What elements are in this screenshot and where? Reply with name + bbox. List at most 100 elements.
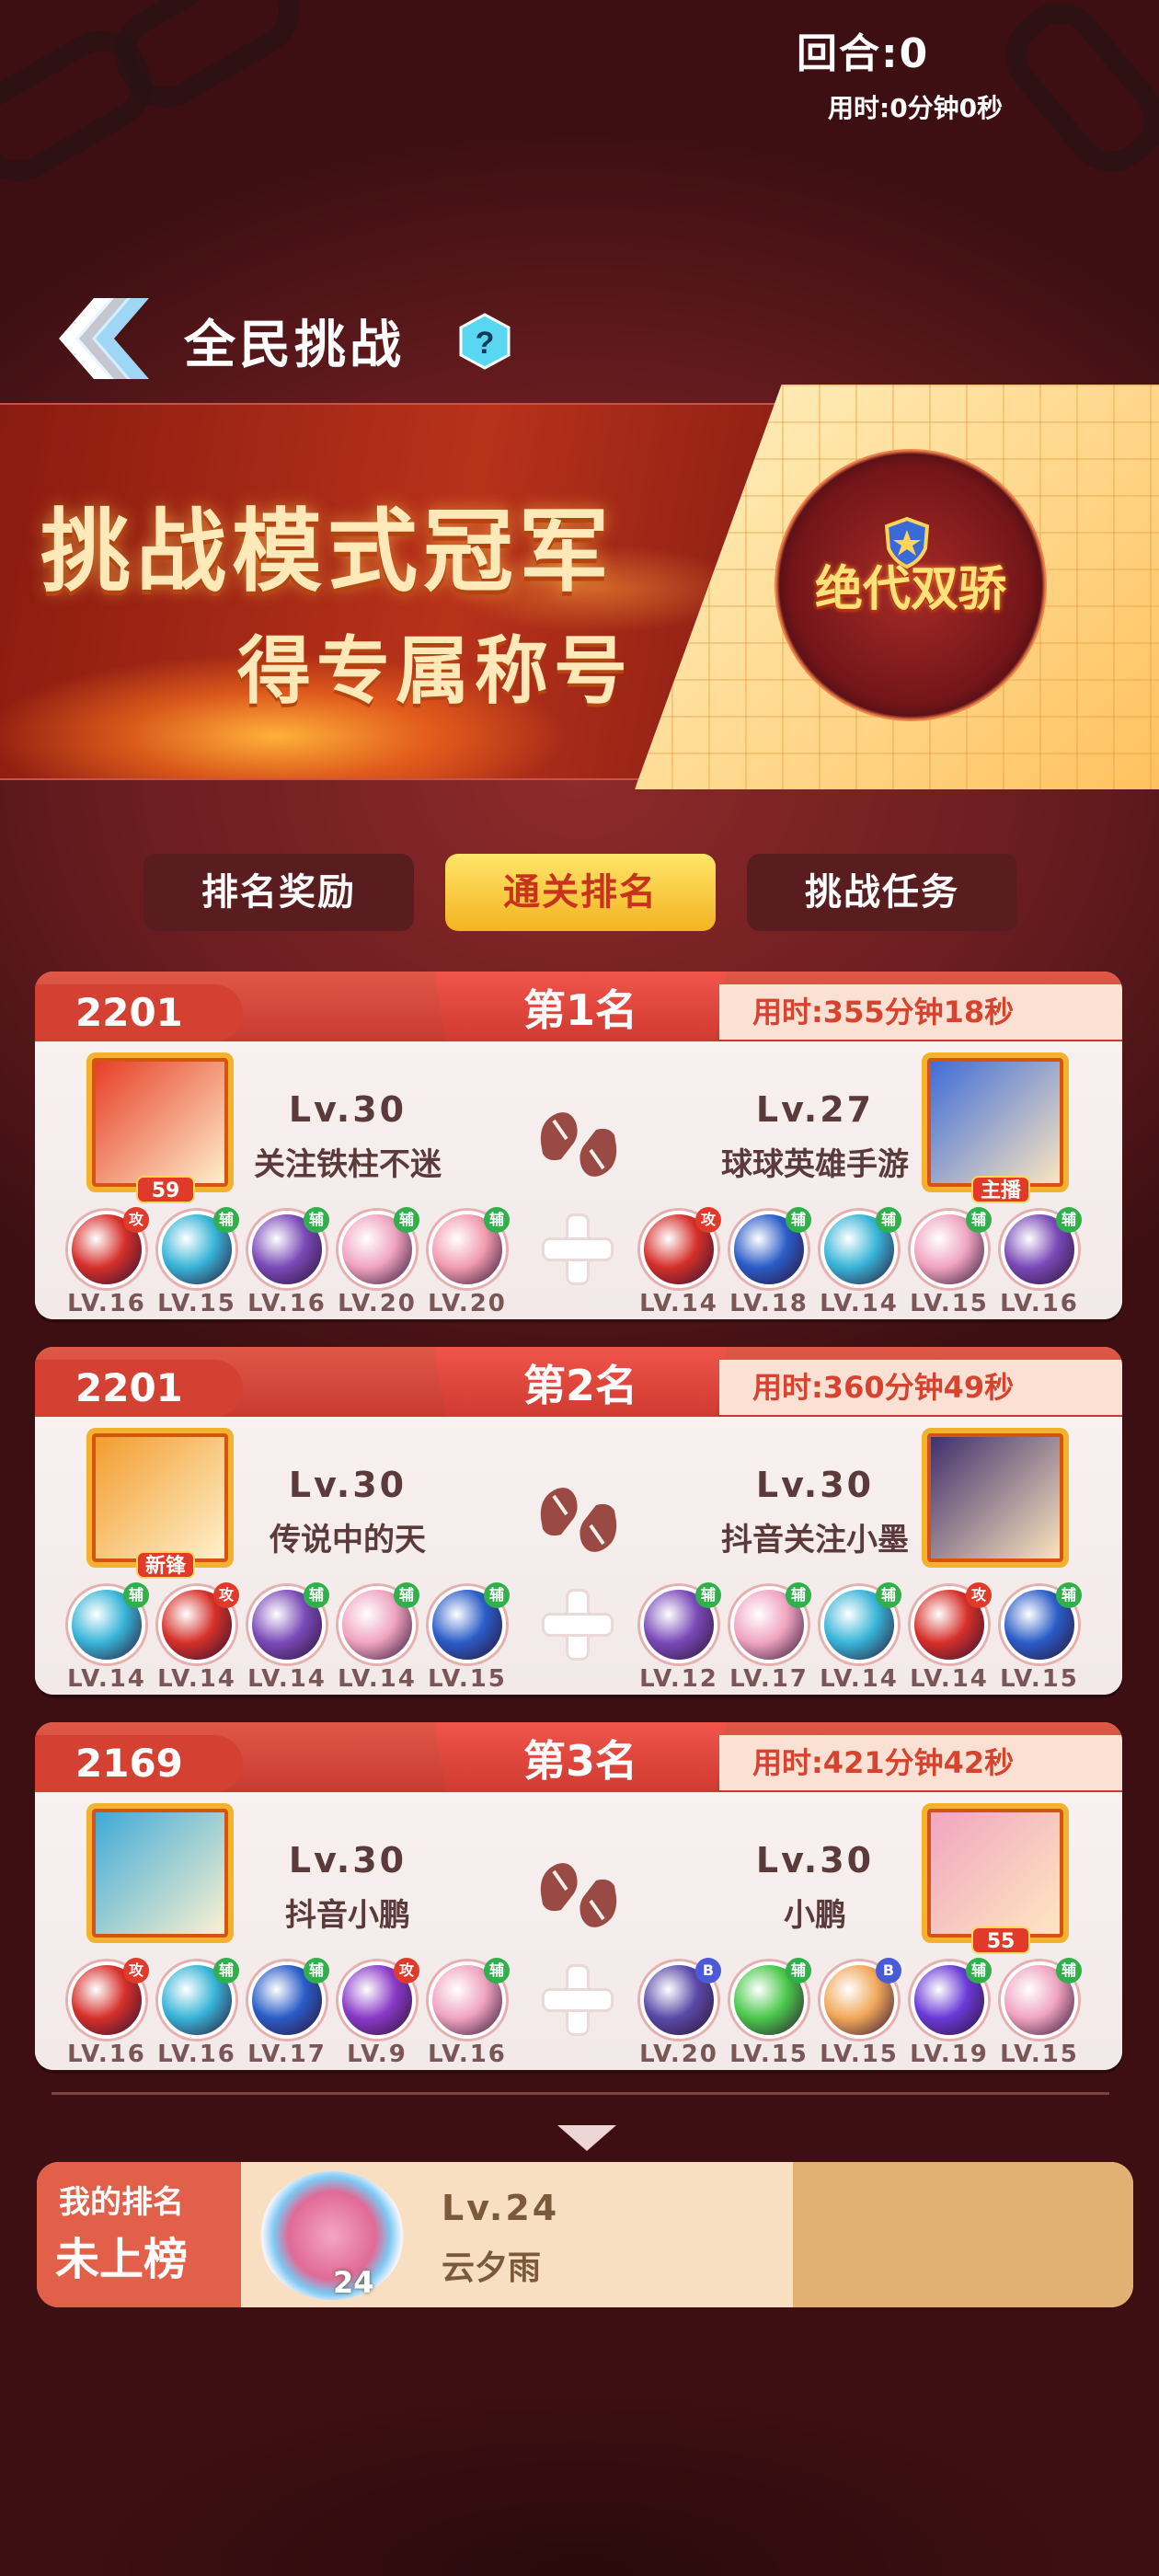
skill-orb-icon[interactable]: 辅 bbox=[1001, 1207, 1082, 1288]
rank-label: 第2名 bbox=[522, 1361, 637, 1410]
orb-level: LV.16 bbox=[1000, 1290, 1079, 1317]
skill-orb-icon[interactable]: B bbox=[640, 1958, 721, 2039]
role-tag: 辅 bbox=[786, 1958, 811, 1984]
orb-level: LV.17 bbox=[729, 1665, 809, 1693]
orb-level: LV.14 bbox=[910, 1665, 989, 1693]
skill-orb-icon[interactable]: 辅 bbox=[158, 1958, 239, 2039]
orb-level: LV.14 bbox=[247, 1665, 327, 1693]
role-tag: 辅 bbox=[484, 1207, 510, 1233]
orb-level: LV.15 bbox=[910, 1290, 989, 1317]
fist-bump-icon bbox=[540, 1863, 617, 1927]
skill-orb-icon[interactable]: 辅 bbox=[911, 1958, 992, 2039]
plus-icon bbox=[541, 1213, 614, 1286]
player-level: Lv.30 bbox=[755, 1465, 875, 1505]
ranking-card: 2169 第3名 用时:421分钟42秒 55 Lv.30 抖音小鹏 Lv.30 小鹏攻 LV.… bbox=[35, 1722, 1122, 2070]
orb-level: LV.16 bbox=[67, 1290, 146, 1317]
orb-level: LV.16 bbox=[428, 2041, 507, 2068]
player-name: 关注铁柱不迷 bbox=[254, 1146, 442, 1183]
role-tag: 攻 bbox=[695, 1207, 721, 1233]
avatar[interactable] bbox=[259, 2171, 405, 2300]
player-level: Lv.30 bbox=[288, 1089, 407, 1130]
ranking-card: 2201 第1名 用时:355分钟18秒 59 主播 Lv.30 关注铁柱不迷 Lv.27 球球… bbox=[35, 972, 1122, 1319]
avatar[interactable] bbox=[86, 1803, 234, 1943]
avatar[interactable]: 新锋 bbox=[86, 1428, 234, 1579]
skill-orb-icon[interactable]: 攻 bbox=[68, 1958, 149, 2039]
role-tag: 辅 bbox=[213, 1207, 239, 1233]
skill-orb-icon[interactable]: 攻 bbox=[911, 1582, 992, 1663]
skill-orb-icon[interactable]: 辅 bbox=[730, 1582, 811, 1663]
player-level: Lv.30 bbox=[288, 1465, 407, 1505]
orb-level: LV.15 bbox=[1000, 2041, 1079, 2068]
divider bbox=[52, 2092, 1109, 2095]
orb-level: LV.16 bbox=[157, 2041, 236, 2068]
orb-level: LV.9 bbox=[347, 2041, 407, 2068]
role-tag: 辅 bbox=[394, 1207, 419, 1233]
role-tag: 辅 bbox=[304, 1582, 329, 1608]
skill-orb-icon[interactable]: 辅 bbox=[820, 1207, 901, 1288]
orb-level: LV.14 bbox=[157, 1665, 236, 1693]
orb-level: LV.14 bbox=[67, 1665, 146, 1693]
player-level: Lv.30 bbox=[288, 1840, 407, 1880]
orb-level: LV.14 bbox=[639, 1290, 718, 1317]
avatar[interactable]: 55 bbox=[922, 1803, 1069, 1954]
skill-orb-icon[interactable]: 辅 bbox=[429, 1582, 510, 1663]
role-tag: 辅 bbox=[1056, 1958, 1082, 1984]
skill-orb-icon[interactable]: 辅 bbox=[730, 1958, 811, 2039]
banner-headline: 挑战模式冠军 bbox=[40, 500, 615, 604]
role-tag: 辅 bbox=[304, 1207, 329, 1233]
team-score: 2201 bbox=[35, 1360, 243, 1417]
role-tag: 辅 bbox=[484, 1958, 510, 1984]
skill-orb-icon[interactable]: 攻 bbox=[339, 1958, 419, 2039]
tab-rank-rewards[interactable]: 排名奖励 bbox=[143, 854, 414, 931]
orb-level: LV.15 bbox=[820, 2041, 899, 2068]
help-icon[interactable]: ? bbox=[456, 313, 513, 370]
skill-orb-icon[interactable]: 辅 bbox=[248, 1207, 329, 1288]
role-tag: 辅 bbox=[123, 1582, 149, 1608]
skill-orb-icon[interactable]: 辅 bbox=[248, 1582, 329, 1663]
skill-orb-icon[interactable]: B bbox=[820, 1958, 901, 2039]
skill-orb-icon[interactable]: 辅 bbox=[820, 1582, 901, 1663]
skill-orb-icon[interactable]: 攻 bbox=[640, 1207, 721, 1288]
skill-orb-icon[interactable]: 辅 bbox=[339, 1207, 419, 1288]
avatar[interactable]: 59 bbox=[86, 1052, 234, 1203]
my-rank-box: 我的排名 未上榜 bbox=[37, 2162, 241, 2307]
tab-clear-ranking[interactable]: 通关排名 bbox=[445, 854, 716, 931]
help-icon-glyph: ? bbox=[476, 326, 495, 361]
avatar[interactable]: 主播 bbox=[922, 1052, 1069, 1203]
plus-icon bbox=[541, 1588, 614, 1662]
skill-orb-icon[interactable]: 辅 bbox=[911, 1207, 992, 1288]
skill-orb-icon[interactable]: 辅 bbox=[248, 1958, 329, 2039]
orb-level: LV.14 bbox=[338, 1665, 417, 1693]
tab-challenge-tasks[interactable]: 挑战任务 bbox=[747, 854, 1017, 931]
skill-orb-icon[interactable]: 辅 bbox=[158, 1207, 239, 1288]
skill-orb-icon[interactable]: 辅 bbox=[429, 1958, 510, 2039]
chevron-down-icon[interactable] bbox=[557, 2125, 616, 2151]
my-rank-bar: 我的排名 未上榜 24 Lv.24 云夕雨 bbox=[37, 2162, 1133, 2307]
role-tag: 辅 bbox=[213, 1958, 239, 1984]
skill-orb-icon[interactable]: 辅 bbox=[68, 1582, 149, 1663]
player-name: 球球英雄手游 bbox=[721, 1146, 909, 1183]
my-level: Lv.24 bbox=[442, 2188, 560, 2228]
skill-orb-icon[interactable]: 辅 bbox=[429, 1207, 510, 1288]
role-tag: 辅 bbox=[966, 1207, 992, 1233]
role-tag: 辅 bbox=[1056, 1207, 1082, 1233]
skill-orb-icon[interactable]: 辅 bbox=[730, 1207, 811, 1288]
back-arrow-icon[interactable] bbox=[53, 293, 155, 385]
team-score: 2169 bbox=[35, 1735, 243, 1792]
avatar[interactable] bbox=[922, 1428, 1069, 1568]
role-tag: 辅 bbox=[394, 1582, 419, 1608]
skill-orb-icon[interactable]: 辅 bbox=[1001, 1582, 1082, 1663]
skill-orb-icon[interactable]: 攻 bbox=[158, 1582, 239, 1663]
skill-orb-icon[interactable]: 攻 bbox=[68, 1207, 149, 1288]
rank-label: 第1名 bbox=[522, 985, 637, 1035]
skill-orb-icon[interactable]: 辅 bbox=[339, 1582, 419, 1663]
orb-level: LV.14 bbox=[820, 1290, 899, 1317]
avatar-badge: 55 bbox=[971, 1926, 1030, 1954]
my-stats-box bbox=[793, 2162, 1133, 2307]
player-name: 小鹏 bbox=[784, 1897, 846, 1934]
skill-orb-icon[interactable]: 辅 bbox=[640, 1582, 721, 1663]
role-tag: 辅 bbox=[695, 1582, 721, 1608]
emblem-title-text: 绝代双骄 bbox=[814, 562, 1006, 617]
skill-orb-icon[interactable]: 辅 bbox=[1001, 1958, 1082, 2039]
plus-icon bbox=[541, 1963, 614, 2037]
